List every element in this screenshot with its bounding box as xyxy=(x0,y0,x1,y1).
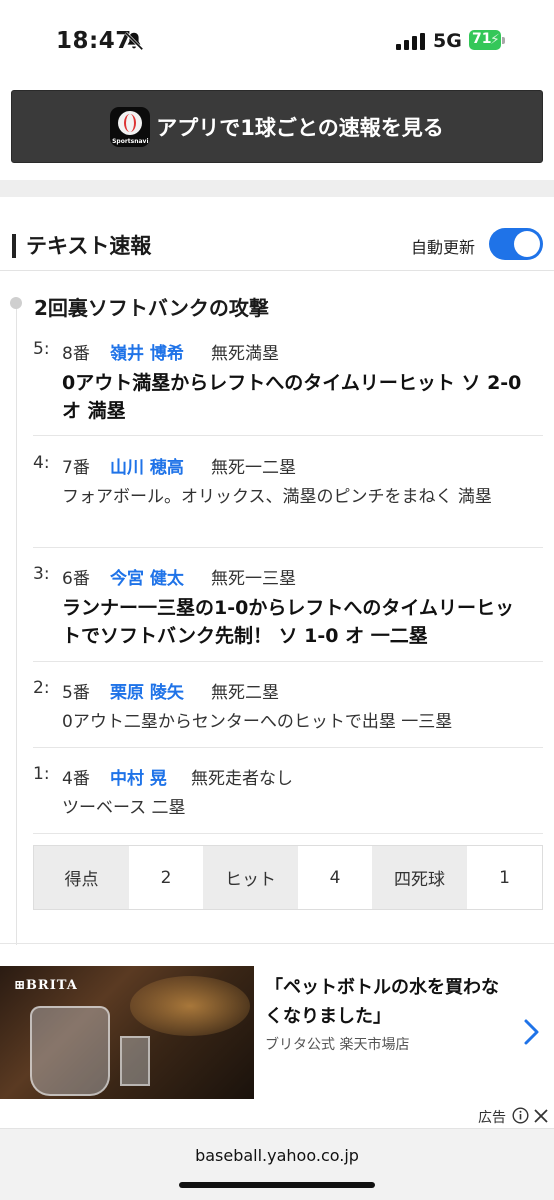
play-number: 4: xyxy=(33,453,50,473)
play-item: 3: 6番 今宮 健太 無死一三塁 ランナー一三塁の1-0からレフトへのタイムリ… xyxy=(33,564,543,662)
stats-label-hits: ヒット xyxy=(203,846,298,909)
play-item: 2: 5番 栗原 陵矢 無死二塁 0アウト二塁からセンターへのヒットで出塁 一三… xyxy=(33,678,543,748)
battery-icon: 71 ⚡ xyxy=(469,30,505,50)
player-link[interactable]: 今宮 健太 xyxy=(110,564,184,589)
batting-order: 7番 xyxy=(62,458,90,478)
play-description: 0アウト二塁からセンターへのヒットで出塁 一三塁 xyxy=(62,712,453,732)
play-number: 2: xyxy=(33,678,50,698)
timeline-dot xyxy=(10,297,22,309)
inning-stats-table: 得点 2 ヒット 4 四死球 1 xyxy=(33,845,543,910)
section-title: テキスト速報 xyxy=(26,234,152,258)
play-item: 5: 8番 嶺井 博希 無死満塁 0アウト満塁からレフトへのタイムリーヒット ソ… xyxy=(33,339,543,436)
batting-order: 6番 xyxy=(62,569,90,589)
close-icon[interactable] xyxy=(533,1108,549,1124)
water-pitcher-image xyxy=(30,1006,110,1096)
url-text: baseball.yahoo.co.jp xyxy=(195,1146,359,1165)
play-situation: 無死一二塁 xyxy=(211,458,296,478)
ad-label: 広告 xyxy=(478,1110,506,1126)
browser-address-bar[interactable]: baseball.yahoo.co.jp xyxy=(0,1128,554,1200)
play-situation: 無死走者なし xyxy=(191,769,293,789)
play-description: ランナー一三塁の1-0からレフトへのタイムリーヒットでソフトバンク先制！ ソ 1… xyxy=(62,597,514,647)
app-icon-label: Sportsnavi xyxy=(112,137,149,145)
batting-order: 5番 xyxy=(62,683,90,703)
bell-slash-icon xyxy=(124,31,144,51)
play-number: 3: xyxy=(33,564,50,584)
timeline-line xyxy=(16,305,17,945)
cellular-signal-icon xyxy=(396,33,425,50)
stats-value-walks: 1 xyxy=(467,846,542,909)
home-indicator[interactable] xyxy=(179,1182,375,1188)
status-time: 18:47 xyxy=(56,28,132,54)
stats-label-walks: 四死球 xyxy=(372,846,467,909)
open-app-banner-button[interactable]: Sportsnavi アプリで1球ごとの速報を見る xyxy=(11,90,543,163)
chevron-right-icon[interactable] xyxy=(520,1018,542,1046)
player-link[interactable]: 中村 晃 xyxy=(110,764,167,789)
play-number: 5: xyxy=(33,339,50,359)
app-banner-label: アプリで1球ごとの速報を見る xyxy=(156,115,444,140)
batting-order: 4番 xyxy=(62,769,90,789)
ad-title-link[interactable]: 「ペットボトルの水を買わなくなりました」 xyxy=(265,973,515,1031)
play-number: 1: xyxy=(33,764,50,784)
play-situation: 無死一三塁 xyxy=(211,569,296,589)
stats-label-runs: 得点 xyxy=(34,846,129,909)
play-description: 0アウト満塁からレフトへのタイムリーヒット ソ 2-0 オ 満塁 xyxy=(62,372,522,422)
player-link[interactable]: 栗原 陵矢 xyxy=(110,678,184,703)
play-item: 4: 7番 山川 穂高 無死一二塁 フォアボール。オリックス、満塁のピンチをまね… xyxy=(33,453,543,548)
header-accent-bar xyxy=(12,234,16,258)
stats-value-runs: 2 xyxy=(129,846,203,909)
play-description: ツーベース 二塁 xyxy=(62,798,186,818)
batting-order: 8番 xyxy=(62,344,90,364)
play-situation: 無死満塁 xyxy=(211,344,279,364)
ad-brand-logo: ⊞BRITA xyxy=(14,978,78,993)
status-bar: 18:47 5G 71 ⚡ xyxy=(0,0,554,84)
play-situation: 無死二塁 xyxy=(211,683,279,703)
ad-divider xyxy=(0,943,554,944)
battery-level: 71 xyxy=(472,31,492,47)
charging-bolt-icon: ⚡ xyxy=(490,32,500,48)
auto-update-label: 自動更新 xyxy=(411,238,476,257)
player-link[interactable]: 山川 穂高 xyxy=(110,453,184,478)
player-link[interactable]: 嶺井 博希 xyxy=(110,339,184,364)
info-icon[interactable] xyxy=(512,1107,529,1124)
ad-sponsor: ブリタ公式 楽天市場店 xyxy=(265,1037,410,1053)
network-type: 5G xyxy=(433,30,462,52)
auto-update-toggle[interactable] xyxy=(489,228,543,260)
toggle-knob xyxy=(514,231,540,257)
glass-image xyxy=(120,1036,150,1086)
stats-value-hits: 4 xyxy=(298,846,372,909)
inning-title: 2回裏ソフトバンクの攻撃 xyxy=(34,296,269,320)
play-item: 1: 4番 中村 晃 無死走者なし ツーベース 二塁 xyxy=(33,764,543,834)
section-divider xyxy=(0,180,554,197)
play-description: フォアボール。オリックス、満塁のピンチをまねく 満塁 xyxy=(62,487,492,507)
sportsnavi-app-icon: Sportsnavi xyxy=(110,106,151,147)
